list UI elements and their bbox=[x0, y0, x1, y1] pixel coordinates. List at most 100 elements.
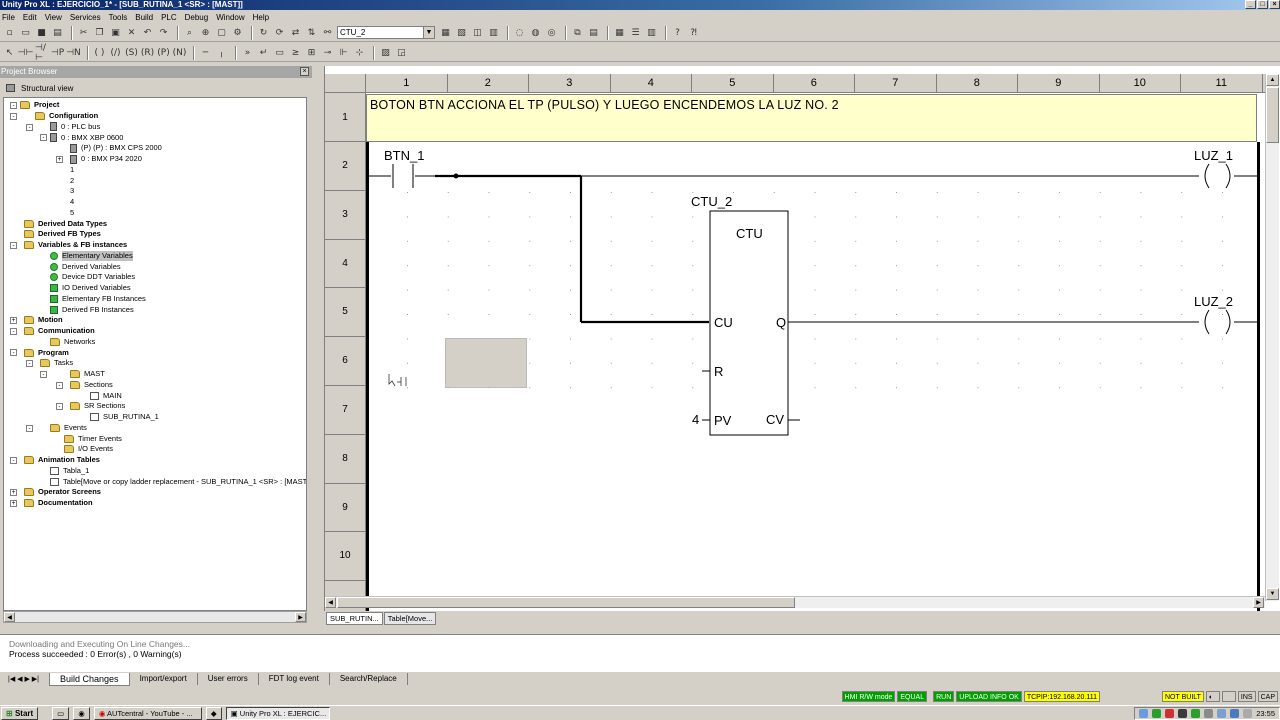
menu-edit[interactable]: Edit bbox=[23, 13, 37, 22]
jump-icon[interactable]: » bbox=[241, 46, 254, 59]
ffb-icon[interactable]: ▭ bbox=[273, 46, 286, 59]
menu-window[interactable]: Window bbox=[216, 13, 244, 22]
tab-fdt-log[interactable]: FDT log event bbox=[259, 673, 330, 685]
collapse-icon[interactable]: - bbox=[40, 134, 47, 142]
zoom-icon[interactable]: ⊕ bbox=[199, 26, 212, 39]
collapse-icon[interactable]: - bbox=[10, 102, 17, 109]
collapse-icon[interactable]: - bbox=[26, 360, 33, 367]
tree-node[interactable]: Variables & FB instances bbox=[24, 240, 127, 251]
tree-node[interactable]: Elementary Variables bbox=[50, 250, 133, 262]
selection-placeholder[interactable] bbox=[445, 338, 527, 388]
tree-node[interactable]: SUB_RUTINA_1 bbox=[90, 412, 159, 423]
coil-neg-icon[interactable]: (/) bbox=[109, 46, 122, 59]
collapse-icon[interactable]: - bbox=[10, 456, 17, 464]
expand-icon[interactable]: + bbox=[10, 499, 17, 507]
tree-node[interactable]: Table[Move or copy ladder replacement - … bbox=[50, 476, 306, 487]
watch-icon[interactable]: ▧ bbox=[455, 26, 468, 39]
tree-node[interactable]: Project bbox=[20, 100, 59, 111]
usb-icon[interactable] bbox=[1217, 708, 1227, 718]
tab-import-export[interactable]: Import/export bbox=[130, 673, 198, 685]
analyze-icon[interactable]: ⚙ bbox=[231, 26, 244, 39]
hline-icon[interactable]: ─ bbox=[199, 46, 212, 59]
shield-icon[interactable] bbox=[1152, 708, 1162, 718]
label-icon[interactable]: ◲ bbox=[395, 46, 408, 59]
collapse-icon[interactable]: - bbox=[10, 241, 17, 249]
transfer-icon[interactable]: ⇅ bbox=[305, 26, 318, 39]
stop-icon[interactable]: ◎ bbox=[545, 26, 558, 39]
coil-set-icon[interactable]: (S) bbox=[125, 46, 138, 59]
rebuild-icon[interactable]: ⟳ bbox=[273, 26, 286, 39]
coil-icon[interactable]: ( ) bbox=[93, 46, 106, 59]
redo-icon[interactable]: ↷ bbox=[157, 26, 170, 39]
expand-icon[interactable]: + bbox=[10, 489, 17, 496]
compare-icon[interactable]: ≥ bbox=[289, 46, 302, 59]
menu-services[interactable]: Services bbox=[70, 13, 101, 22]
minimize-button[interactable]: _ bbox=[1245, 0, 1256, 9]
fb-instance-name[interactable]: CTU_2 bbox=[691, 194, 732, 209]
print-icon[interactable]: ▤ bbox=[51, 26, 64, 39]
breakpoint-icon[interactable]: ◌ bbox=[513, 26, 526, 39]
scroll-left-icon[interactable]: ◀ bbox=[4, 612, 15, 622]
coil-reset-icon[interactable]: (R) bbox=[141, 46, 154, 59]
menu-help[interactable]: Help bbox=[253, 13, 269, 22]
collapse-icon[interactable]: - bbox=[56, 381, 63, 389]
app-tray-icon[interactable] bbox=[1178, 708, 1188, 718]
menu-tools[interactable]: Tools bbox=[109, 13, 128, 22]
operate-icon[interactable]: ⊞ bbox=[305, 46, 318, 59]
tree-node[interactable]: SR Sections bbox=[70, 401, 125, 412]
tree-node[interactable]: Sections bbox=[70, 380, 113, 391]
contact-no-icon[interactable]: ⊣⊢ bbox=[18, 46, 34, 59]
tree-node[interactable]: Motion bbox=[24, 315, 63, 326]
start-button[interactable]: ⊞ Start bbox=[1, 706, 39, 720]
pv-input-value[interactable]: 4 bbox=[692, 412, 699, 427]
contact-btn1-label[interactable]: BTN_1 bbox=[384, 148, 424, 163]
screen-monitor-icon[interactable]: ▥ bbox=[487, 26, 500, 39]
paste-icon[interactable]: ▣ bbox=[109, 26, 122, 39]
plc-link-icon[interactable] bbox=[1191, 708, 1201, 718]
window-cascade-icon[interactable]: ⧉ bbox=[571, 26, 584, 39]
comment-icon[interactable]: ▨ bbox=[379, 46, 392, 59]
expand-icon[interactable]: + bbox=[10, 317, 17, 324]
window-tile-icon[interactable]: ▤ bbox=[587, 26, 600, 39]
scroll-right-icon[interactable]: ▶ bbox=[295, 612, 306, 622]
tree-node[interactable]: Animation Tables bbox=[24, 455, 100, 466]
open-icon[interactable]: ▭ bbox=[19, 26, 32, 39]
quicklaunch-firefox-icon[interactable]: ◉ bbox=[73, 706, 90, 720]
tree-node[interactable]: 3 bbox=[70, 186, 74, 197]
tree-horizontal-scrollbar[interactable]: ◀ ▶ bbox=[3, 611, 307, 623]
tree-node[interactable]: 5 bbox=[70, 208, 74, 219]
tab-build-changes[interactable]: Build Changes bbox=[49, 672, 130, 686]
scroll-right-icon[interactable]: ▶ bbox=[1253, 597, 1264, 608]
save-icon[interactable]: ■ bbox=[35, 26, 48, 39]
tree-node[interactable]: Derived Variables bbox=[50, 261, 121, 272]
screen-icon[interactable]: ▢ bbox=[215, 26, 228, 39]
tree-node[interactable]: Tasks bbox=[40, 358, 73, 369]
bluetooth-icon[interactable] bbox=[1230, 708, 1240, 718]
tree-node[interactable]: Events bbox=[50, 423, 87, 434]
select-pointer-icon[interactable]: ↖ bbox=[3, 46, 16, 59]
tree-node[interactable]: MAST bbox=[70, 369, 105, 380]
tree-node[interactable]: Communication bbox=[24, 326, 95, 337]
link-icon[interactable]: ⊸ bbox=[321, 46, 334, 59]
tab-sub-rutina[interactable]: SUB_RUTIN... bbox=[326, 612, 383, 625]
vertical-scroll-thumb[interactable] bbox=[1266, 87, 1279, 143]
layout-icon[interactable]: ▦ bbox=[613, 26, 626, 39]
contact-p-icon[interactable]: ⊣P bbox=[51, 46, 64, 59]
editor-horizontal-scrollbar[interactable]: ◀ ▶ bbox=[325, 596, 1265, 608]
tree-node[interactable]: 0 : BMX P34 2020 bbox=[70, 154, 142, 165]
antivirus-icon[interactable] bbox=[1165, 708, 1175, 718]
tree-node[interactable]: Derived FB Instances bbox=[50, 304, 134, 315]
undo-icon[interactable]: ↶ bbox=[141, 26, 154, 39]
instance-select[interactable]: CTU_2 ▼ bbox=[337, 26, 435, 39]
menu-build[interactable]: Build bbox=[135, 13, 153, 22]
help-icon[interactable]: ? bbox=[671, 26, 684, 39]
quicklaunch-desktop-icon[interactable]: ▭ bbox=[52, 706, 70, 720]
scroll-down-icon[interactable]: ▼ bbox=[1266, 588, 1279, 600]
taskbar-unity-pro[interactable]: ▣ Unity Pro XL : EJERCIC... bbox=[225, 706, 330, 720]
contact-n-icon[interactable]: ⊣N bbox=[66, 46, 81, 59]
new-icon[interactable]: ▫ bbox=[3, 26, 16, 39]
coil-p-icon[interactable]: (P) bbox=[157, 46, 170, 59]
panel-icon[interactable]: ▥ bbox=[645, 26, 658, 39]
binoculars-icon[interactable]: ⚯ bbox=[321, 26, 334, 39]
close-button[interactable]: × bbox=[1269, 0, 1280, 9]
